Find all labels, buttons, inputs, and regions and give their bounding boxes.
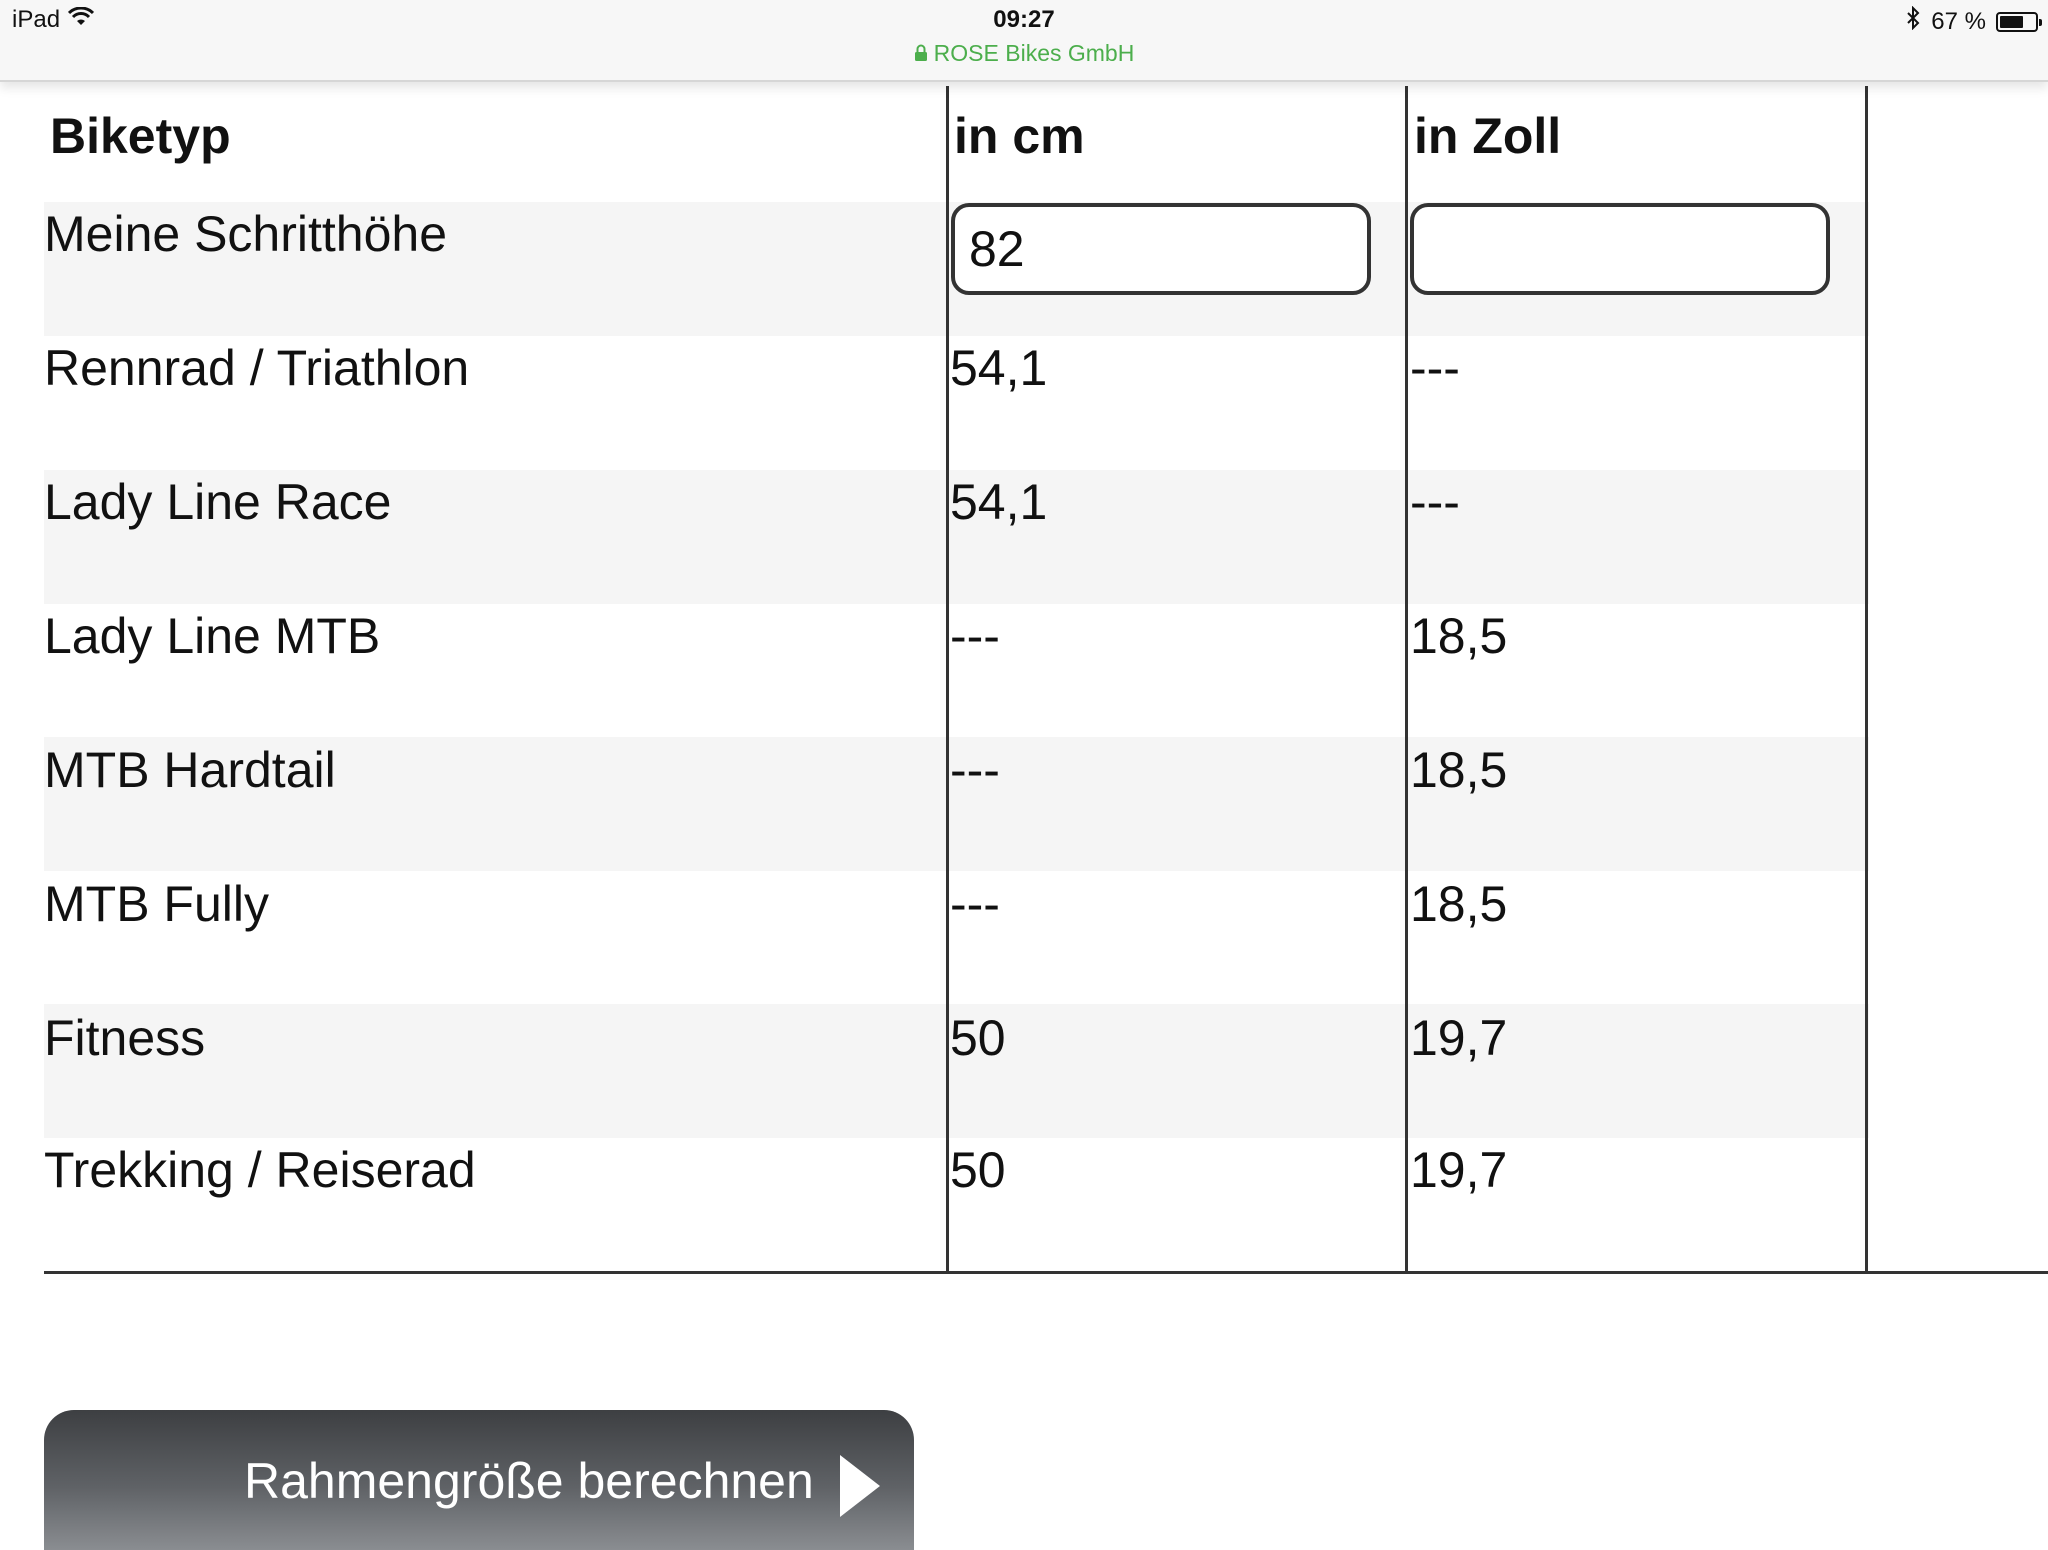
inseam-cm-input[interactable]	[951, 203, 1371, 295]
row-label: Rennrad / Triathlon	[44, 340, 470, 396]
battery-icon	[1996, 11, 2042, 32]
site-name: ROSE Bikes GmbH	[933, 40, 1135, 66]
row-zoll: 19,7	[1410, 1142, 1508, 1198]
inseam-zoll-input[interactable]	[1410, 203, 1830, 295]
calculate-button-label: Rahmengröße berechnen	[244, 1453, 814, 1509]
size-table: Biketyp in cm in Zoll Meine Schritthöhe …	[0, 0, 2048, 1536]
url-bar[interactable]: ROSE Bikes GmbH	[0, 40, 2048, 68]
clock: 09:27	[993, 6, 1055, 33]
row-cm: ---	[950, 608, 1000, 664]
row-zoll: 18,5	[1410, 876, 1508, 932]
calculate-frame-size-button[interactable]: Rahmengröße berechnen	[44, 1410, 914, 1550]
status-right: 67 %	[1905, 5, 2042, 37]
row-zoll: 19,7	[1410, 1010, 1508, 1066]
play-arrow-icon	[838, 1453, 882, 1524]
battery-percent: 67 %	[1931, 7, 1986, 35]
status-bar: iPad 09:27 ROSE Bikes GmbH 67 %	[0, 0, 2048, 82]
row-cm: 50	[950, 1142, 1006, 1198]
column-divider	[1405, 86, 1408, 1274]
table-bottom-rule	[44, 1271, 2048, 1274]
row-label: MTB Hardtail	[44, 742, 336, 798]
column-divider	[946, 86, 949, 1274]
row-label: Trekking / Reiserad	[44, 1142, 476, 1198]
inseam-label: Meine Schritthöhe	[44, 206, 448, 262]
row-label: Lady Line MTB	[44, 608, 381, 664]
header-zoll: in Zoll	[1414, 108, 1562, 164]
row-cm: 50	[950, 1010, 1006, 1066]
row-cm: ---	[950, 742, 1000, 798]
row-label: Fitness	[44, 1010, 206, 1066]
header-cm: in cm	[954, 108, 1085, 164]
row-cm: 54,1	[950, 340, 1048, 396]
column-divider	[1865, 86, 1868, 1274]
row-zoll: 18,5	[1410, 742, 1508, 798]
bluetooth-icon	[1905, 5, 1921, 37]
row-zoll: ---	[1410, 474, 1460, 530]
row-zoll: 18,5	[1410, 608, 1508, 664]
header-biketyp: Biketyp	[50, 108, 231, 164]
row-cm: 54,1	[950, 474, 1048, 530]
row-zoll: ---	[1410, 340, 1460, 396]
lock-icon	[914, 41, 928, 68]
row-label: Lady Line Race	[44, 474, 392, 530]
row-label: MTB Fully	[44, 876, 269, 932]
row-cm: ---	[950, 876, 1000, 932]
